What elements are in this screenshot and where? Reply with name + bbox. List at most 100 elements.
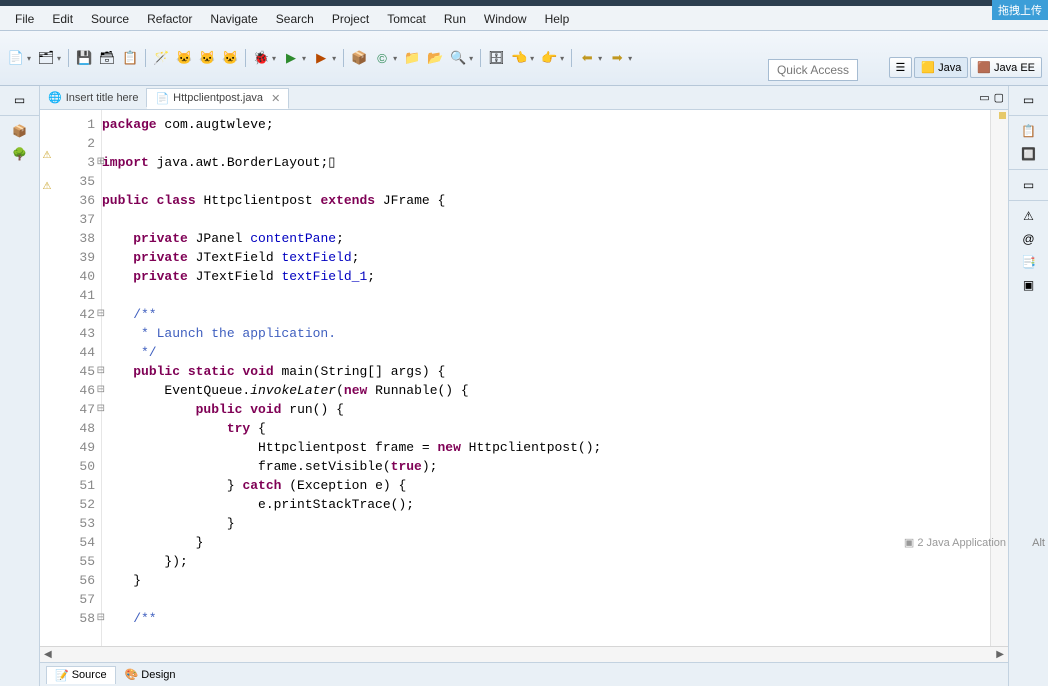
javaee-icon: 🟫 [977,61,991,74]
warning-icon: ⚠ [40,181,54,192]
save-button[interactable]: 💾 [74,48,94,68]
dropdown-icon[interactable]: ▾ [560,54,566,63]
fold-minus-icon[interactable]: ⊟47 [54,400,95,419]
new-button[interactable]: 📄 [6,48,26,68]
menu-help[interactable]: Help [536,10,579,28]
corner-badge[interactable]: 拖拽上传 [992,0,1048,20]
dropdown-icon[interactable]: ▾ [57,54,63,63]
new-project-button[interactable]: 🗂 [36,48,56,68]
restore-icon[interactable]: ▭ [10,90,30,110]
menu-refactor[interactable]: Refactor [138,10,201,28]
menu-file[interactable]: File [6,10,43,28]
declaration-icon[interactable]: 📑 [1019,252,1039,272]
fold-minus-icon[interactable]: ⊟45 [54,362,95,381]
scroll-left-icon[interactable]: ◀ [44,649,52,660]
run-button[interactable]: ▶ [281,48,301,68]
menu-edit[interactable]: Edit [43,10,82,28]
menu-window[interactable]: Window [475,10,536,28]
code-content[interactable]: package com.augtwleve; import java.awt.B… [102,110,990,646]
tomcat1-icon[interactable]: 🐱 [174,48,194,68]
problems-icon[interactable]: ⚠ [1019,206,1039,226]
marker-bar: ⚠ ⚠ [40,110,54,646]
dropdown-icon[interactable]: ▾ [628,54,634,63]
save-all-button[interactable]: 🗃 [97,48,117,68]
dropdown-icon[interactable]: ▾ [530,54,536,63]
restore-icon[interactable]: ▭ [1019,175,1039,195]
right-trim-stack: ▭ 📋 🔲 ▭ ⚠ @ 📑 ▣ [1008,86,1048,686]
new-pkg-button[interactable]: 📦 [349,48,369,68]
dropdown-icon[interactable]: ▾ [302,54,308,63]
tab-httpclientpost[interactable]: 📄 Httpclientpost.java ✕ [147,88,289,109]
menu-tomcat[interactable]: Tomcat [378,10,435,28]
console-icon[interactable]: ▣ [1019,275,1039,295]
dropdown-icon[interactable]: ▾ [272,54,278,63]
package-explorer-icon[interactable]: 📦 [10,121,30,141]
menu-search[interactable]: Search [267,10,323,28]
perspective-bar: ☰ 🟨Java 🟫Java EE [889,57,1043,78]
editor-mode-tabs: 📝Source 🎨Design [40,662,1008,686]
close-icon[interactable]: ✕ [267,92,280,105]
source-icon: 📝 [55,669,69,682]
minimize-icon[interactable]: ▭ [979,91,989,104]
java-file-icon: 📄 [155,92,169,105]
line-number-gutter: 1 2 ⊞3 35 36 37 38 39 40 41 ⊟42 43 44 ⊟4… [54,110,102,646]
open-perspective-button[interactable]: ☰ [889,57,913,78]
open-type-button[interactable]: 📁 [402,48,422,68]
dropdown-icon[interactable]: ▾ [469,54,475,63]
wand-icon[interactable]: 🪄 [151,48,171,68]
javadoc-icon[interactable]: @ [1019,229,1039,249]
run-last-button[interactable]: ▶ [311,48,331,68]
toggle-button[interactable]: 🗄 [486,48,506,68]
hierarchy-icon[interactable]: 🌳 [10,144,30,164]
left-trim-stack: ▭ 📦 🌳 [0,86,40,686]
menu-source[interactable]: Source [82,10,138,28]
nav-button[interactable]: 👈 [509,48,529,68]
design-tab[interactable]: 🎨Design [116,665,185,684]
search-button[interactable]: 🔍 [448,48,468,68]
running-apps-label[interactable]: ▣ 2 Java Application [904,536,1006,549]
fold-minus-icon[interactable]: ⊟58 [54,609,95,628]
open-task-button[interactable]: 📂 [425,48,445,68]
tab-label: Insert title here [66,92,139,104]
editor-tab-bar: 🌐 Insert title here 📄 Httpclientpost.jav… [40,86,1008,110]
quick-access-input[interactable]: Quick Access [768,59,858,81]
horizontal-scrollbar[interactable]: ◀ ▶ [40,646,1008,662]
tab-label: Httpclientpost.java [173,92,263,104]
dropdown-icon[interactable]: ▾ [598,54,604,63]
fold-plus-icon[interactable]: ⊞3 [54,153,95,172]
tab-insert-title[interactable]: 🌐 Insert title here [40,88,147,107]
code-editor[interactable]: ⚠ ⚠ 1 2 ⊞3 35 36 37 38 39 40 41 ⊟42 43 4… [40,110,1008,646]
javaee-perspective-button[interactable]: 🟫Java EE [970,57,1042,78]
scroll-right-icon[interactable]: ▶ [996,649,1004,660]
menu-navigate[interactable]: Navigate [201,10,266,28]
tomcat2-icon[interactable]: 🐱 [197,48,217,68]
restore-icon[interactable]: ▭ [1019,90,1039,110]
toolbar: 📄▾ 🗂▾ 💾 🗃 📋 🪄 🐱 🐱 🐱 🐞▾ ▶▾ ▶▾ 📦 ©▾ 📁 📂 🔍▾… [0,30,1048,86]
java-perspective-button[interactable]: 🟨Java [914,57,968,78]
dropdown-icon[interactable]: ▾ [27,54,33,63]
fold-minus-icon[interactable]: ⊟46 [54,381,95,400]
outline-icon[interactable]: 🔲 [1019,144,1039,164]
tomcat3-icon[interactable]: 🐱 [220,48,240,68]
forward-button[interactable]: ➡ [607,48,627,68]
menu-project[interactable]: Project [323,10,378,28]
dropdown-icon[interactable]: ▾ [332,54,338,63]
nav-button-2[interactable]: 👉 [539,48,559,68]
new-class-button[interactable]: © [372,48,392,68]
overview-ruler[interactable] [990,110,1008,646]
java-icon: 🟨 [921,61,935,74]
dropdown-icon[interactable]: ▾ [393,54,399,63]
back-button[interactable]: ⬅ [577,48,597,68]
app-icon: ▣ [904,536,914,549]
menu-run[interactable]: Run [435,10,475,28]
fold-minus-icon[interactable]: ⊟42 [54,305,95,324]
debug-button[interactable]: 🐞 [251,48,271,68]
web-icon: 🌐 [48,91,62,104]
source-tab[interactable]: 📝Source [46,666,116,684]
warning-icon: ⚠ [40,150,54,161]
design-icon: 🎨 [125,668,139,681]
print-button[interactable]: 📋 [120,48,140,68]
maximize-icon[interactable]: ▢ [994,91,1004,104]
alt-hint: Alt [1029,537,1048,549]
task-list-icon[interactable]: 📋 [1019,121,1039,141]
